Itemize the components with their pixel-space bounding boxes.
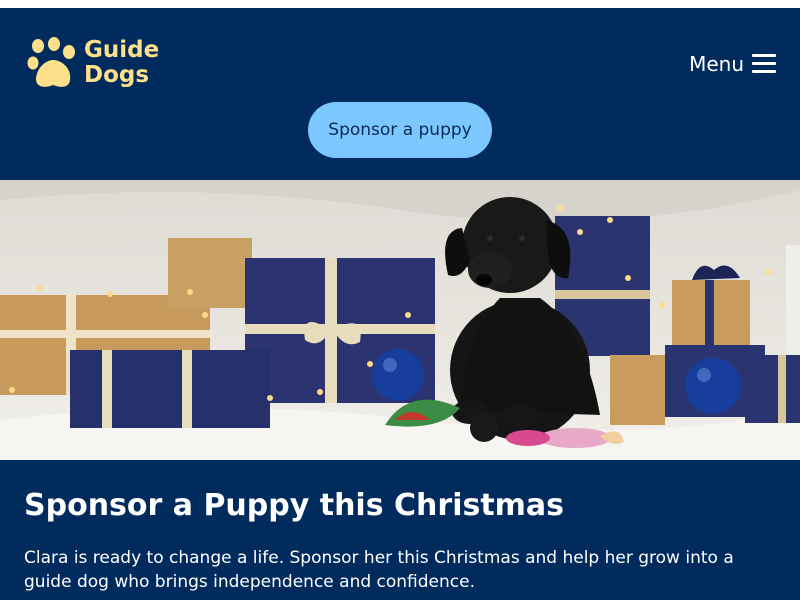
hamburger-icon (752, 54, 776, 74)
top-strip (0, 0, 800, 8)
page-title: Sponsor a Puppy this Christmas (24, 488, 565, 523)
paw-icon (27, 37, 75, 87)
sponsor-puppy-button[interactable]: Sponsor a puppy (308, 102, 492, 158)
hero-image (0, 180, 800, 460)
menu-label: Menu (689, 52, 744, 76)
guide-dogs-logo[interactable]: Guide Dogs (26, 36, 159, 90)
logo-line-2: Dogs (84, 62, 150, 88)
logo-text: Guide Dogs (84, 38, 159, 88)
hero-illustration (0, 180, 800, 460)
intro-text: Clara is ready to change a life. Sponsor… (24, 548, 734, 592)
site-header: Guide Dogs Menu Sponsor a puppy (0, 8, 800, 180)
logo-line-1: Guide (84, 37, 160, 63)
sponsor-content: Sponsor a Puppy this Christmas Clara is … (0, 460, 800, 600)
menu-button[interactable]: Menu (689, 52, 776, 76)
